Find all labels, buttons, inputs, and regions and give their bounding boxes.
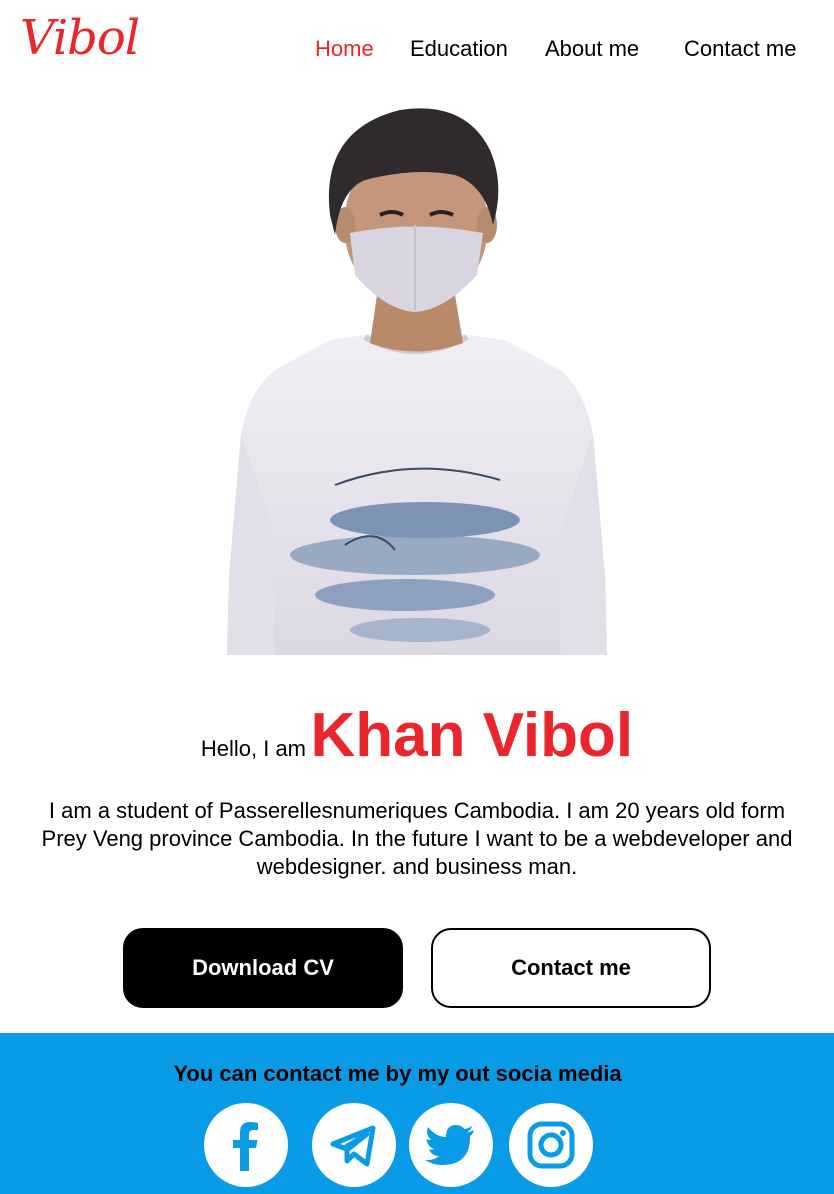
greeting-text: Hello, I am: [200, 736, 307, 761]
nav-education[interactable]: Education: [410, 36, 508, 62]
telegram-icon[interactable]: [312, 1103, 396, 1187]
footer: You can contact me by my out socia media: [0, 1033, 834, 1194]
bio-paragraph: I am a student of Passerellesnumeriques …: [41, 798, 793, 879]
facebook-icon[interactable]: [204, 1103, 288, 1187]
hero-heading: Hello, I am Khan Vibol: [0, 700, 834, 771]
footer-title: You can contact me by my out socia media: [173, 1061, 622, 1086]
logo[interactable]: Vibol: [20, 10, 140, 66]
download-cv-button[interactable]: Download CV: [123, 928, 403, 1008]
twitter-icon[interactable]: [409, 1103, 493, 1187]
name-heading: Khan Vibol: [310, 701, 634, 770]
profile-photo: [227, 108, 607, 655]
nav-contact-me[interactable]: Contact me: [684, 36, 797, 62]
instagram-icon[interactable]: [509, 1103, 593, 1187]
contact-me-button[interactable]: Contact me: [431, 928, 711, 1008]
nav-home[interactable]: Home: [315, 36, 374, 62]
nav-about-me[interactable]: About me: [545, 36, 639, 62]
